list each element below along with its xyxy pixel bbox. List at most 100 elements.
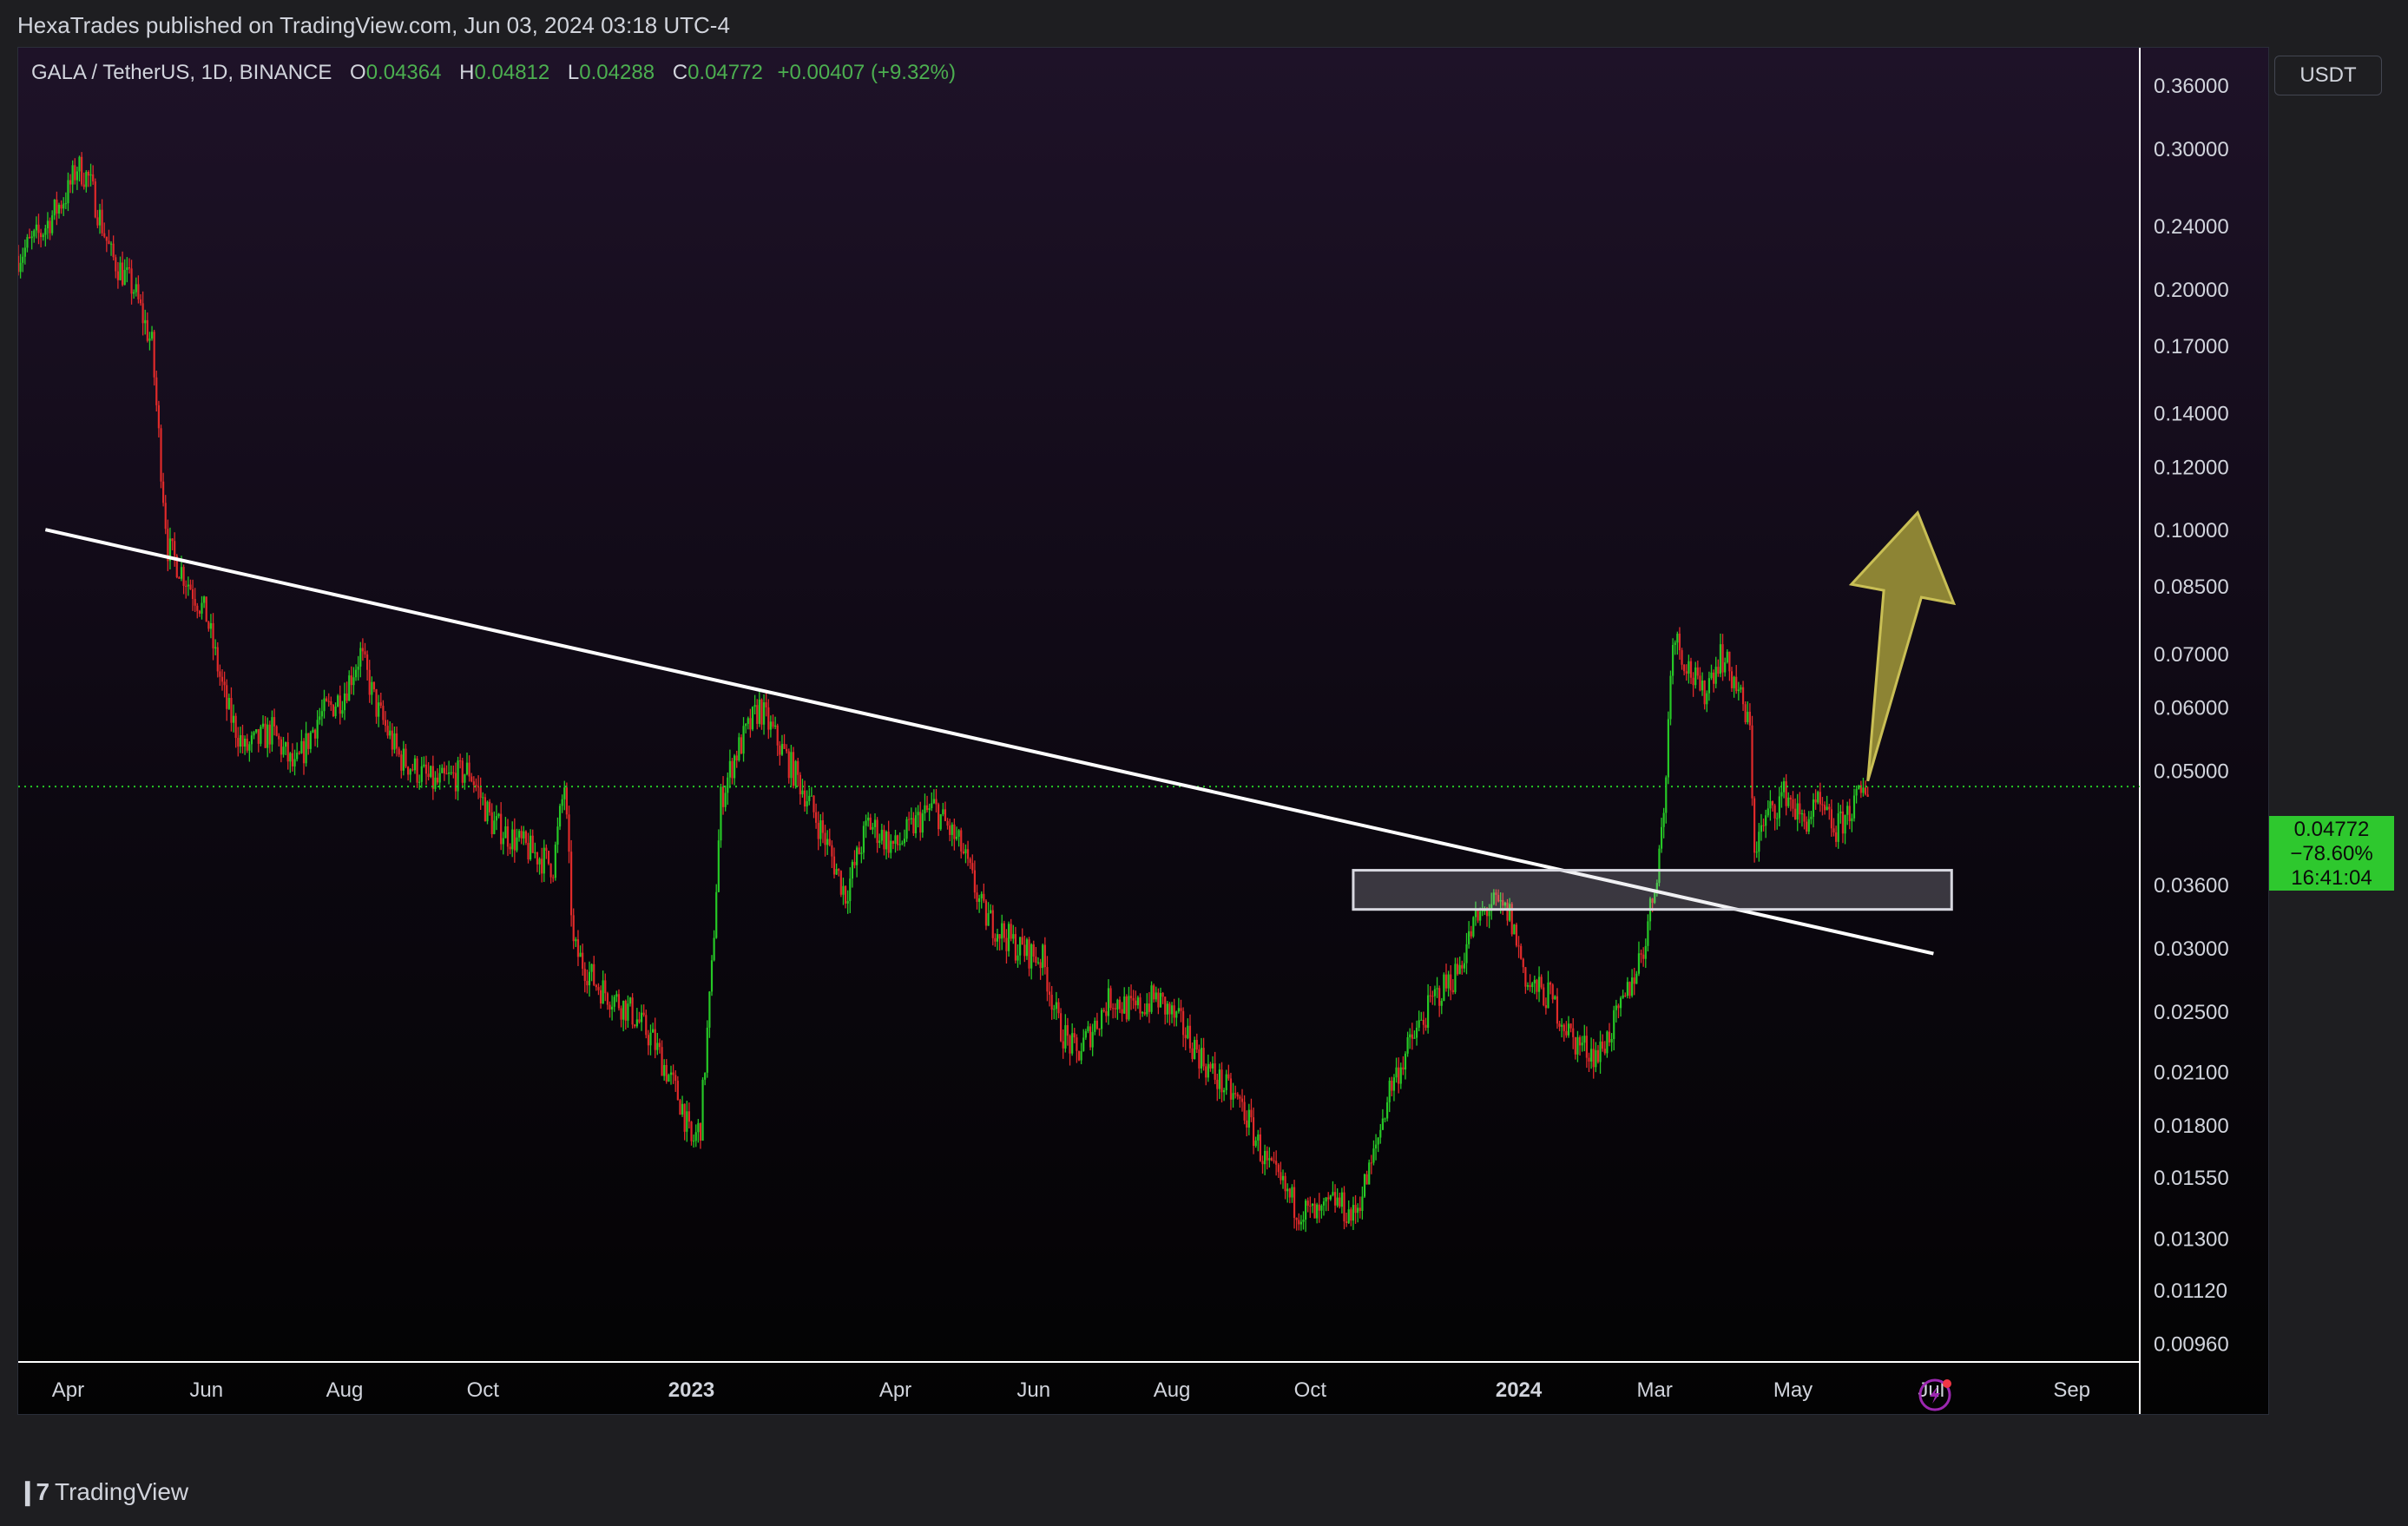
candle-body — [1306, 1200, 1309, 1206]
candle-body — [697, 1122, 700, 1133]
candle-body — [925, 805, 929, 811]
candle-body — [772, 721, 774, 727]
candle-body — [1316, 1204, 1319, 1219]
candle-body — [570, 852, 573, 916]
candle-body — [1554, 996, 1556, 1000]
price-tick-label: 0.05000 — [2154, 760, 2229, 783]
candle-body — [801, 790, 804, 795]
candle-body — [1240, 1098, 1244, 1102]
chart-canvas[interactable]: 0.36000 0.30000 0.24000 0.20000 0.17000 0.140… — [18, 48, 2269, 1415]
candle-body — [885, 832, 888, 850]
candle-body — [1628, 982, 1631, 997]
candle-body — [1295, 1217, 1298, 1220]
candle-body — [504, 825, 507, 839]
candle-body — [517, 831, 521, 838]
candle-body — [1463, 963, 1465, 969]
candle-body — [1792, 799, 1794, 809]
candle-body — [56, 199, 58, 214]
candle-body — [352, 677, 355, 686]
candle-body — [402, 748, 405, 771]
candle-body — [375, 689, 378, 717]
candle-body — [141, 303, 144, 324]
candle-body — [891, 840, 894, 845]
candle-body — [1042, 944, 1044, 969]
candle-body — [1846, 806, 1849, 815]
candle-body — [1458, 964, 1461, 975]
candle-body — [1819, 792, 1821, 805]
candle-body — [1674, 642, 1676, 645]
candle-body — [1427, 995, 1430, 1028]
candle-body — [1357, 1207, 1359, 1214]
candle-body — [516, 837, 518, 851]
candle-body — [799, 774, 801, 795]
candle-body — [856, 847, 859, 865]
candle-body — [23, 247, 26, 257]
candle-body — [1767, 808, 1769, 816]
candle-body — [1753, 798, 1756, 853]
candle-body — [96, 217, 99, 226]
candle-body — [400, 754, 403, 771]
candle-body — [108, 240, 110, 245]
candle-body — [1592, 1049, 1595, 1068]
currency-button[interactable]: USDT — [2274, 56, 2382, 95]
candle-body — [1384, 1118, 1386, 1120]
candle-body — [162, 481, 165, 503]
candle-body — [1136, 997, 1139, 1006]
time-tick-label: Jun — [1016, 1378, 1050, 1402]
candle-body — [357, 666, 359, 670]
candle-body — [1644, 945, 1647, 959]
candle-body — [1209, 1063, 1212, 1069]
candle-body — [817, 822, 819, 839]
candle-body — [541, 858, 543, 874]
candle-body — [1001, 923, 1003, 939]
candle-body — [914, 815, 918, 834]
candle-body — [1826, 806, 1828, 811]
footer-brand[interactable]: ❙7 TradingView — [17, 1477, 188, 1506]
candle-body — [1340, 1192, 1343, 1207]
candle-body — [839, 871, 842, 895]
candle-body — [1252, 1117, 1255, 1147]
candle-body — [126, 266, 128, 271]
candle-body — [1298, 1220, 1300, 1225]
candle-body — [1626, 982, 1628, 997]
candle-body — [146, 319, 148, 341]
candle-body — [1758, 832, 1760, 852]
plot-background — [18, 48, 2268, 1414]
candle-body — [1773, 805, 1776, 819]
candle-body — [486, 801, 489, 822]
candle-body — [849, 878, 852, 902]
candle-body — [293, 759, 296, 766]
candle-body — [545, 847, 548, 852]
candle-body — [441, 767, 444, 773]
price-tick-label: 0.01800 — [2154, 1115, 2229, 1138]
candle-body — [33, 230, 36, 237]
candle-body — [237, 738, 240, 747]
candle-body — [1159, 992, 1162, 1008]
candle-body — [354, 669, 358, 678]
candle-body — [1721, 644, 1724, 673]
candle-body — [205, 596, 207, 622]
price-tick-label: 0.14000 — [2154, 403, 2229, 426]
candle-body — [323, 698, 326, 712]
candle-body — [1374, 1144, 1378, 1149]
candle-body — [1713, 672, 1715, 684]
candle-body — [1216, 1079, 1219, 1089]
candle-body — [319, 716, 321, 720]
candle-body — [613, 997, 615, 1007]
candle-body — [1091, 1031, 1094, 1048]
candle-body — [509, 846, 511, 850]
candle-body — [826, 839, 829, 845]
candle-body — [1735, 676, 1738, 692]
candle-body — [1823, 805, 1826, 811]
price-tick-label: 0.03600 — [2154, 874, 2229, 898]
candle-body — [1220, 1069, 1223, 1093]
candle-body — [398, 748, 400, 755]
candle-body — [1610, 1039, 1613, 1043]
footer-brand-text: TradingView — [55, 1477, 189, 1505]
candle-body — [683, 1103, 686, 1132]
candle-body — [1071, 1033, 1074, 1054]
candle-body — [1688, 661, 1690, 674]
candle-body — [489, 801, 491, 812]
candle-body — [182, 567, 185, 586]
candle-body — [806, 800, 808, 807]
